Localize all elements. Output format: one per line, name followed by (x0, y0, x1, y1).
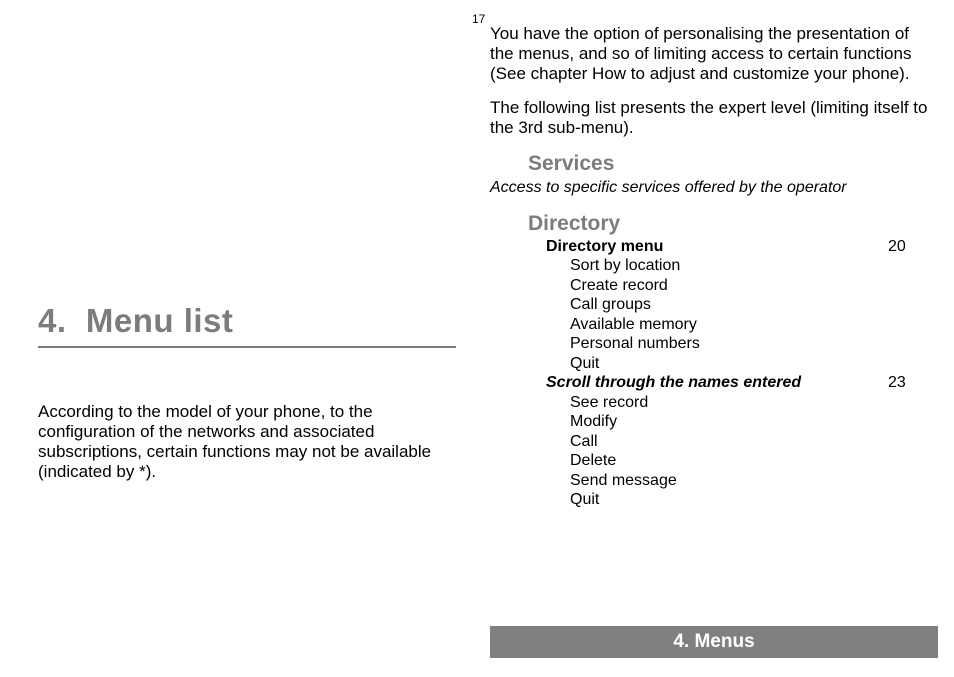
list-item: Create record (528, 276, 928, 296)
paragraph-personalising: You have the option of personalising the… (490, 24, 928, 84)
intro-paragraph: According to the model of your phone, to… (38, 402, 458, 482)
directory-menu-title: Directory menu (546, 237, 888, 257)
paragraph-expert-level: The following list presents the expert l… (490, 98, 928, 138)
list-item: Call groups (528, 295, 928, 315)
right-column: 17 You have the option of personalising … (490, 0, 930, 677)
list-item: Quit (528, 490, 928, 510)
chapter-heading: 4. Menu list (38, 302, 456, 348)
chapter-number: 4. (38, 302, 67, 339)
list-item: Available memory (528, 315, 928, 335)
scroll-names-title-row: Scroll through the names entered 23 (528, 373, 928, 393)
list-item: Call (528, 432, 928, 452)
right-body: You have the option of personalising the… (490, 24, 928, 510)
list-item: See record (528, 393, 928, 413)
chapter-title: Menu list (86, 302, 234, 339)
scroll-names-page: 23 (888, 373, 928, 393)
services-heading: Services (528, 152, 928, 177)
list-item: Personal numbers (528, 334, 928, 354)
services-subtext: Access to specific services offered by t… (490, 179, 928, 198)
list-item: Delete (528, 451, 928, 471)
directory-heading: Directory (528, 212, 928, 237)
left-column: 4. Menu list According to the model of y… (38, 0, 458, 677)
scroll-names-title: Scroll through the names entered (546, 373, 888, 393)
list-item: Send message (528, 471, 928, 491)
footer-bar: 4. Menus (490, 626, 938, 658)
list-item: Quit (528, 354, 928, 374)
directory-menu-block: Directory menu 20 Sort by location Creat… (528, 237, 928, 510)
list-item: Sort by location (528, 256, 928, 276)
directory-menu-page: 20 (888, 237, 928, 257)
list-item: Modify (528, 412, 928, 432)
directory-menu-title-row: Directory menu 20 (528, 237, 928, 257)
page-number: 17 (472, 12, 485, 26)
